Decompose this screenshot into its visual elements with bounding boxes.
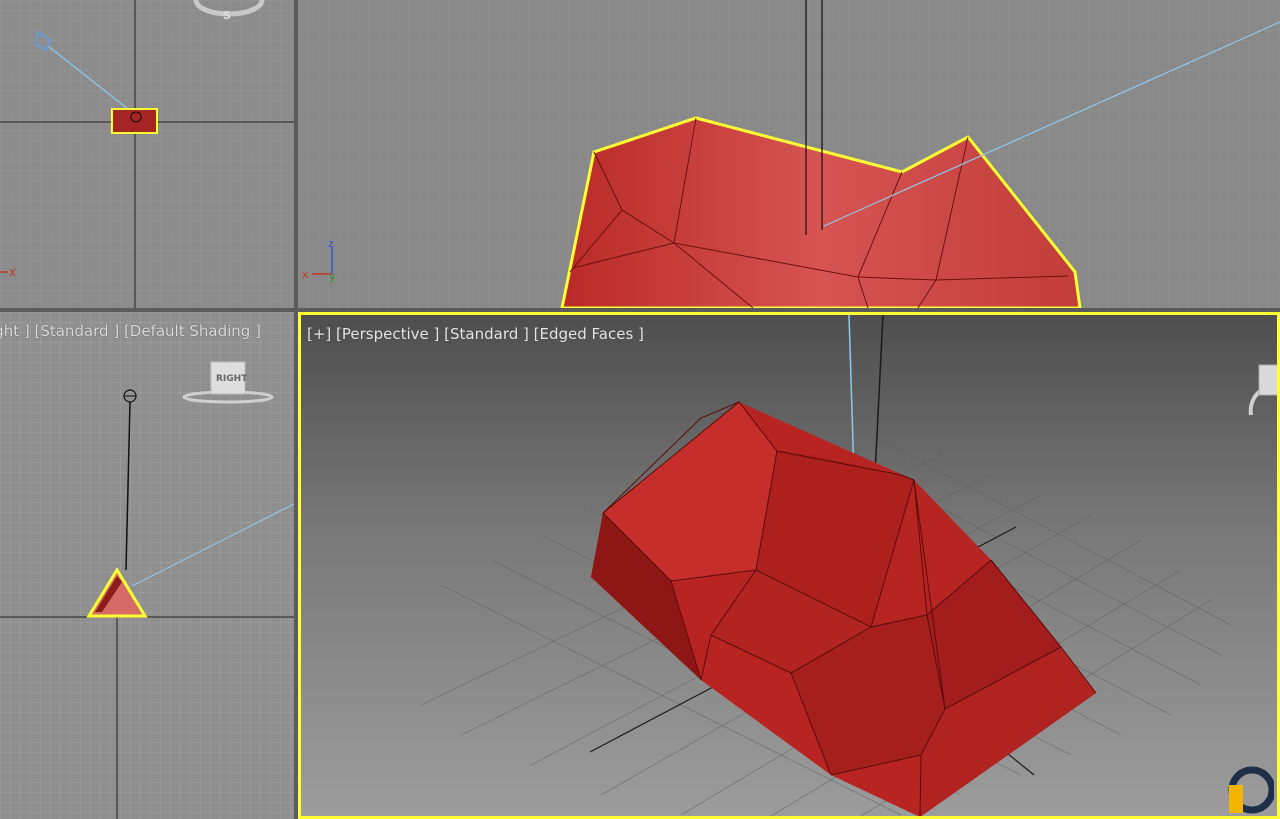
grid xyxy=(0,0,294,308)
viewcube-compass-label: S xyxy=(223,9,231,22)
axis-x-label: x xyxy=(302,268,309,281)
top-viewport-canvas: S x xyxy=(0,0,294,308)
viewport-label-perspective[interactable]: [+] [Perspective ] [Standard ] [Edged Fa… xyxy=(307,325,644,343)
viewport-top[interactable]: S x xyxy=(0,0,294,308)
axis-z-label: z xyxy=(328,237,334,250)
light-target-line xyxy=(848,315,855,476)
front-viewport-canvas: z x y xyxy=(298,0,1280,308)
viewport-right[interactable]: RIGHT ight ] [Standard ] [Default Shadin… xyxy=(0,312,294,819)
viewport-perspective[interactable]: [+] [Perspective ] [Standard ] [Edged Fa… xyxy=(298,312,1280,819)
camera-stem-line xyxy=(874,315,884,476)
viewport-label-right[interactable]: ight ] [Standard ] [Default Shading ] xyxy=(0,322,261,340)
grid xyxy=(0,312,294,819)
perspective-viewport-canvas xyxy=(420,315,1277,816)
right-viewport-canvas: RIGHT xyxy=(0,312,294,819)
axis-x-label: x xyxy=(9,265,16,279)
viewcube[interactable] xyxy=(1248,364,1277,416)
viewcube-face-label: RIGHT xyxy=(216,374,248,384)
viewport-front[interactable]: z x y xyxy=(298,0,1280,308)
logo-icon xyxy=(1226,765,1274,815)
axis-y-label: y xyxy=(329,270,336,283)
